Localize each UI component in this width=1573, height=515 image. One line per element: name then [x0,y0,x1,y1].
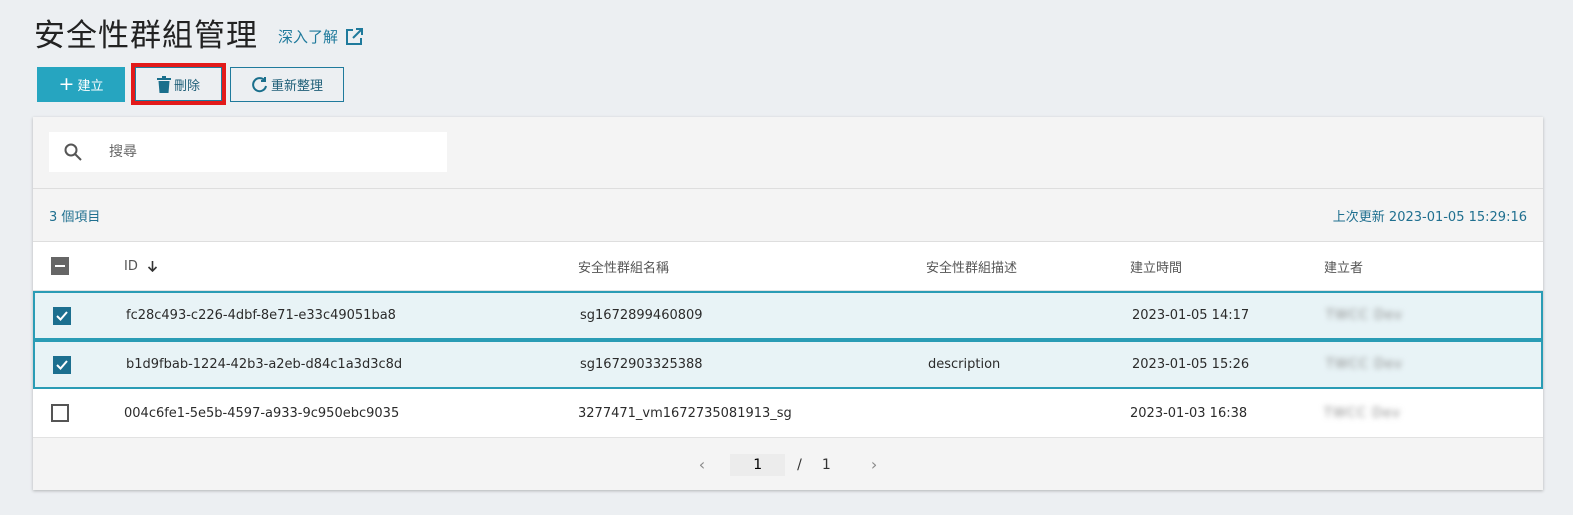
prev-page-button[interactable]: ‹ [699,455,705,474]
delete-label: 刪除 [173,78,200,94]
last-updated: 上次更新 2023-01-05 15:29:16 [1332,209,1527,225]
learn-more-label: 深入了解 [278,28,339,46]
table-row[interactable]: fc28c493-c226-4dbf-8e71-e33c49051ba8 sg1… [33,291,1543,340]
item-count: 3 個項目 [49,209,101,225]
checkmark-icon [56,359,68,370]
pagination: ‹ / 1 › [33,438,1543,491]
info-bar: 3 個項目 上次更新 2023-01-05 15:29:16 [33,189,1543,242]
next-page-button[interactable]: › [871,455,877,474]
page-number-input[interactable] [730,453,786,476]
search-box[interactable] [49,132,447,172]
row-name: sg1672899460809 [580,308,703,323]
row-creator: TWCC Dev [1326,357,1403,372]
total-pages: 1 [821,456,831,473]
column-header-name[interactable]: 安全性群組名稱 [578,257,926,276]
table-row[interactable]: b1d9fbab-1224-42b3-a2eb-d84c1a3d3c8d sg1… [33,340,1543,389]
minus-icon [55,265,65,267]
checkmark-icon [56,310,68,321]
search-area [33,117,1543,189]
row-id: b1d9fbab-1224-42b3-a2eb-d84c1a3d3c8d [126,357,403,372]
search-input[interactable] [109,144,429,160]
external-link-icon [346,27,364,45]
row-description: description [928,357,1001,372]
row-checkbox[interactable] [53,355,71,374]
learn-more-link[interactable]: 深入了解 [278,26,364,47]
page-separator: / [797,456,802,473]
row-creator: TWCC Dev [1324,405,1401,421]
page-title: 安全性群組管理 [34,18,258,54]
column-header-description[interactable]: 安全性群組描述 [926,257,1130,276]
column-header-id[interactable]: ID [124,259,578,274]
create-label: 建立 [77,79,104,94]
row-id: 004c6fe1-5e5b-4597-a933-9c950ebc9035 [124,405,400,421]
row-created-time: 2023-01-03 16:38 [1130,405,1248,421]
column-header-creator[interactable]: 建立者 [1324,257,1543,276]
delete-button[interactable]: 刪除 [135,67,222,101]
row-name: sg1672903325388 [580,357,703,372]
page-header: 安全性群組管理 深入了解 [34,10,364,55]
trash-icon [156,75,171,93]
row-id: fc28c493-c226-4dbf-8e71-e33c49051ba8 [126,308,396,323]
create-button[interactable]: + 建立 [37,67,125,102]
select-all-checkbox[interactable] [51,257,69,275]
security-group-panel: 3 個項目 上次更新 2023-01-05 15:29:16 ID 安全性群組名… [33,117,1543,490]
delete-highlight: 刪除 [131,63,226,105]
row-checkbox[interactable] [51,404,69,422]
row-creator: TWCC Dev [1326,308,1403,323]
toolbar: + 建立 刪除 重新整理 [37,63,344,105]
refresh-button[interactable]: 重新整理 [230,67,344,102]
row-created-time: 2023-01-05 15:26 [1132,357,1250,372]
refresh-label: 重新整理 [270,79,323,94]
sort-down-icon [147,261,158,273]
column-header-created-time[interactable]: 建立時間 [1130,257,1324,276]
row-checkbox[interactable] [53,306,71,325]
table-header-row: ID 安全性群組名稱 安全性群組描述 建立時間 建立者 [33,242,1543,291]
row-name: 3277471_vm1672735081913_sg [578,405,792,421]
row-created-time: 2023-01-05 14:17 [1132,308,1250,323]
table-row[interactable]: 004c6fe1-5e5b-4597-a933-9c950ebc9035 327… [33,389,1543,438]
refresh-icon [252,77,267,93]
security-group-table: ID 安全性群組名稱 安全性群組描述 建立時間 建立者 fc28c493-c22… [33,242,1543,438]
plus-icon: + [58,73,75,95]
search-icon [64,143,82,161]
